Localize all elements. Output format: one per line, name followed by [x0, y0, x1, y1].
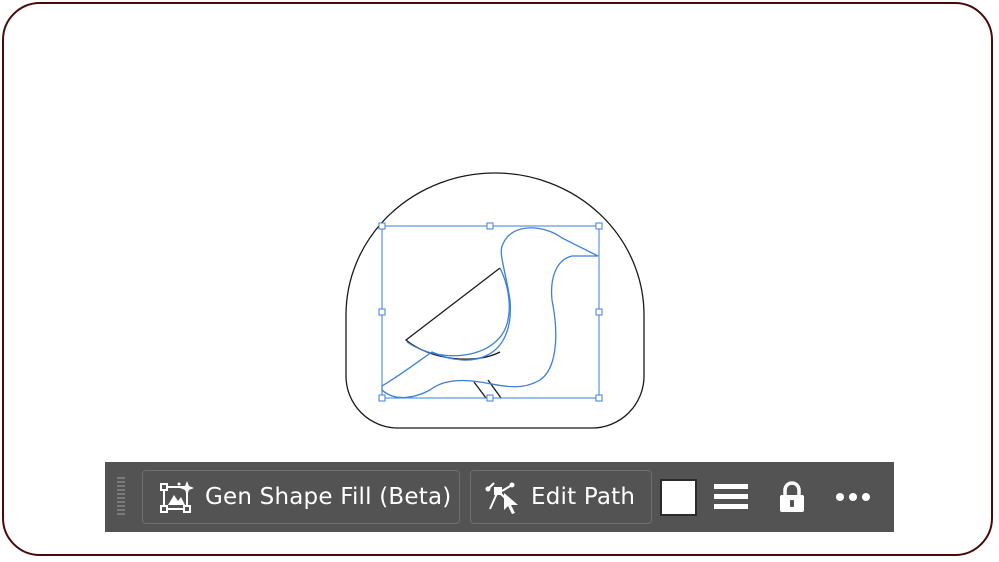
handle-bottom-left: [378, 394, 386, 402]
contextual-task-bar: Gen Shape Fill (Beta) Edit Path: [105, 462, 894, 532]
handle-middle-left: [378, 308, 386, 316]
handle-top-center: [486, 222, 494, 230]
drag-handle-icon[interactable]: [117, 477, 125, 517]
bird-path: [381, 227, 599, 399]
gen-shape-fill-label: Gen Shape Fill (Beta): [205, 484, 452, 510]
handle-top-left: [378, 222, 386, 230]
lock-icon[interactable]: [772, 479, 812, 515]
handle-bottom-right: [595, 394, 603, 402]
more-options-icon[interactable]: [833, 479, 873, 515]
gen-shape-fill-icon: [157, 477, 197, 517]
handle-top-right: [595, 222, 603, 230]
handle-bottom-center: [486, 394, 494, 402]
edit-path-button[interactable]: Edit Path: [470, 470, 652, 524]
stroke-weight-icon[interactable]: [711, 479, 751, 515]
bird-wing-path: [406, 267, 510, 357]
gen-shape-fill-button[interactable]: Gen Shape Fill (Beta): [142, 470, 460, 524]
selection-bounding-box: [381, 225, 600, 399]
bird-wing-line: [404, 267, 501, 360]
handle-middle-right: [595, 308, 603, 316]
fill-swatch[interactable]: [660, 479, 697, 516]
edit-path-label: Edit Path: [531, 484, 636, 510]
selection-handles: [378, 222, 603, 402]
edit-path-icon: [483, 477, 525, 517]
